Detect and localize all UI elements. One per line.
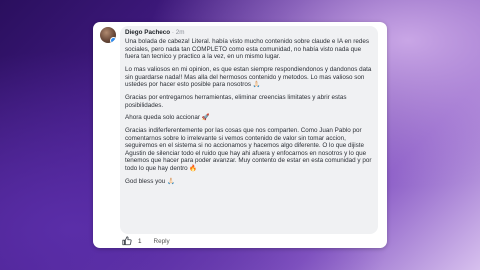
comment-time: · 2m — [171, 29, 185, 36]
comment-card: Diego Pacheco · 2m Una bolada de cabeza!… — [93, 22, 387, 248]
avatar-badge-icon — [110, 37, 116, 43]
comment-paragraph: Ahora queda solo accionar 🚀 — [125, 114, 210, 122]
author-name[interactable]: Diego Pacheco — [125, 29, 170, 36]
comment-paragraph: God bless you 🙏🏻 — [125, 177, 175, 185]
comment-paragraph: Gracias indiferferentemente por las cosa… — [125, 127, 372, 173]
comment-header: Diego Pacheco · 2m — [125, 29, 373, 37]
comment-paragraph: Gracias por entregarnos herramientas, el… — [125, 93, 347, 109]
avatar[interactable] — [100, 27, 116, 43]
like-count: 1 — [138, 237, 142, 245]
comment-paragraph: Una bolada de cabeza! Literal. había vis… — [125, 38, 369, 61]
reply-button[interactable]: Reply — [154, 238, 170, 245]
comment-bubble: Diego Pacheco · 2m Una bolada de cabeza!… — [120, 26, 378, 234]
thumbs-up-icon[interactable] — [122, 236, 132, 246]
comment-paragraph: Lo mas valiosos en mi opinion, es que es… — [125, 65, 372, 89]
comment-actions: 1 Reply — [122, 236, 170, 246]
